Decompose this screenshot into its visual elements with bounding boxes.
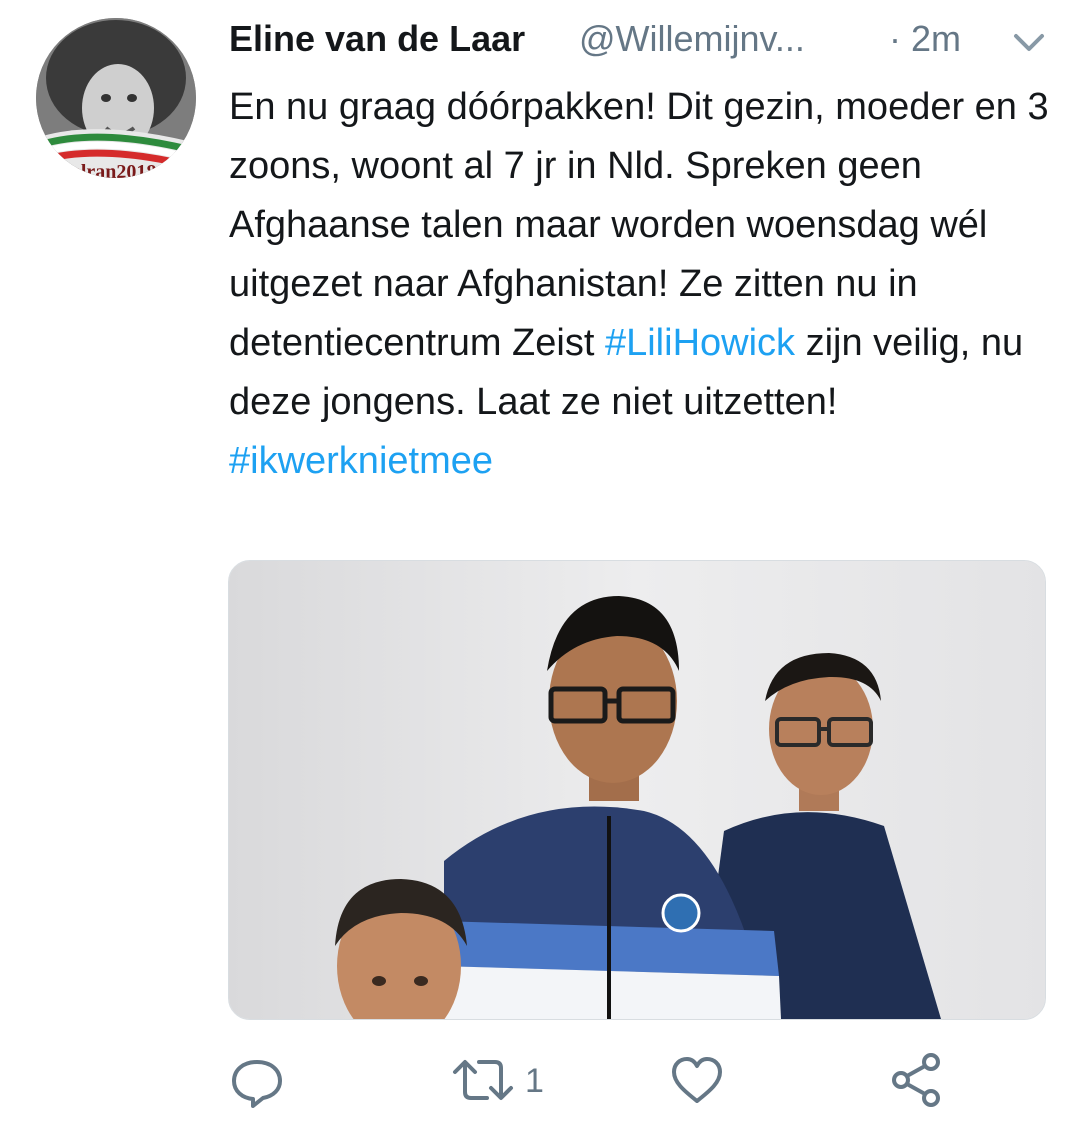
hashtag-ikwerknietmee[interactable]: #ikwerknietmee [229, 440, 493, 482]
author-handle[interactable]: @Willemijnv... [579, 18, 859, 60]
avatar-caption: elran2018 [72, 161, 156, 178]
person-left [335, 879, 467, 1019]
heart-icon[interactable] [669, 1050, 725, 1110]
tweet-header: Eline van de Laar @Willemijnv... · 2m [229, 14, 1059, 70]
retweet-icon[interactable] [447, 1050, 519, 1110]
timestamp[interactable]: · 2m [889, 18, 961, 60]
share-icon[interactable] [889, 1050, 945, 1110]
tweet-photo[interactable] [228, 560, 1046, 1020]
hashtag-lilihowick[interactable]: #LiliHowick [605, 322, 795, 364]
avatar[interactable]: elran2018 [36, 18, 196, 178]
reply-icon[interactable] [229, 1050, 285, 1110]
tweet-text: En nu graag dóórpakken! Dit gezin, moede… [229, 78, 1059, 491]
tweet[interactable]: elran2018 Eline van de Laar @Willemijnv.… [0, 0, 1079, 1133]
tweet-actions: 1 [229, 1050, 1045, 1110]
retweet-count: 1 [525, 1062, 544, 1100]
author-name[interactable]: Eline van de Laar [229, 18, 525, 60]
chevron-down-icon[interactable] [1011, 28, 1047, 58]
